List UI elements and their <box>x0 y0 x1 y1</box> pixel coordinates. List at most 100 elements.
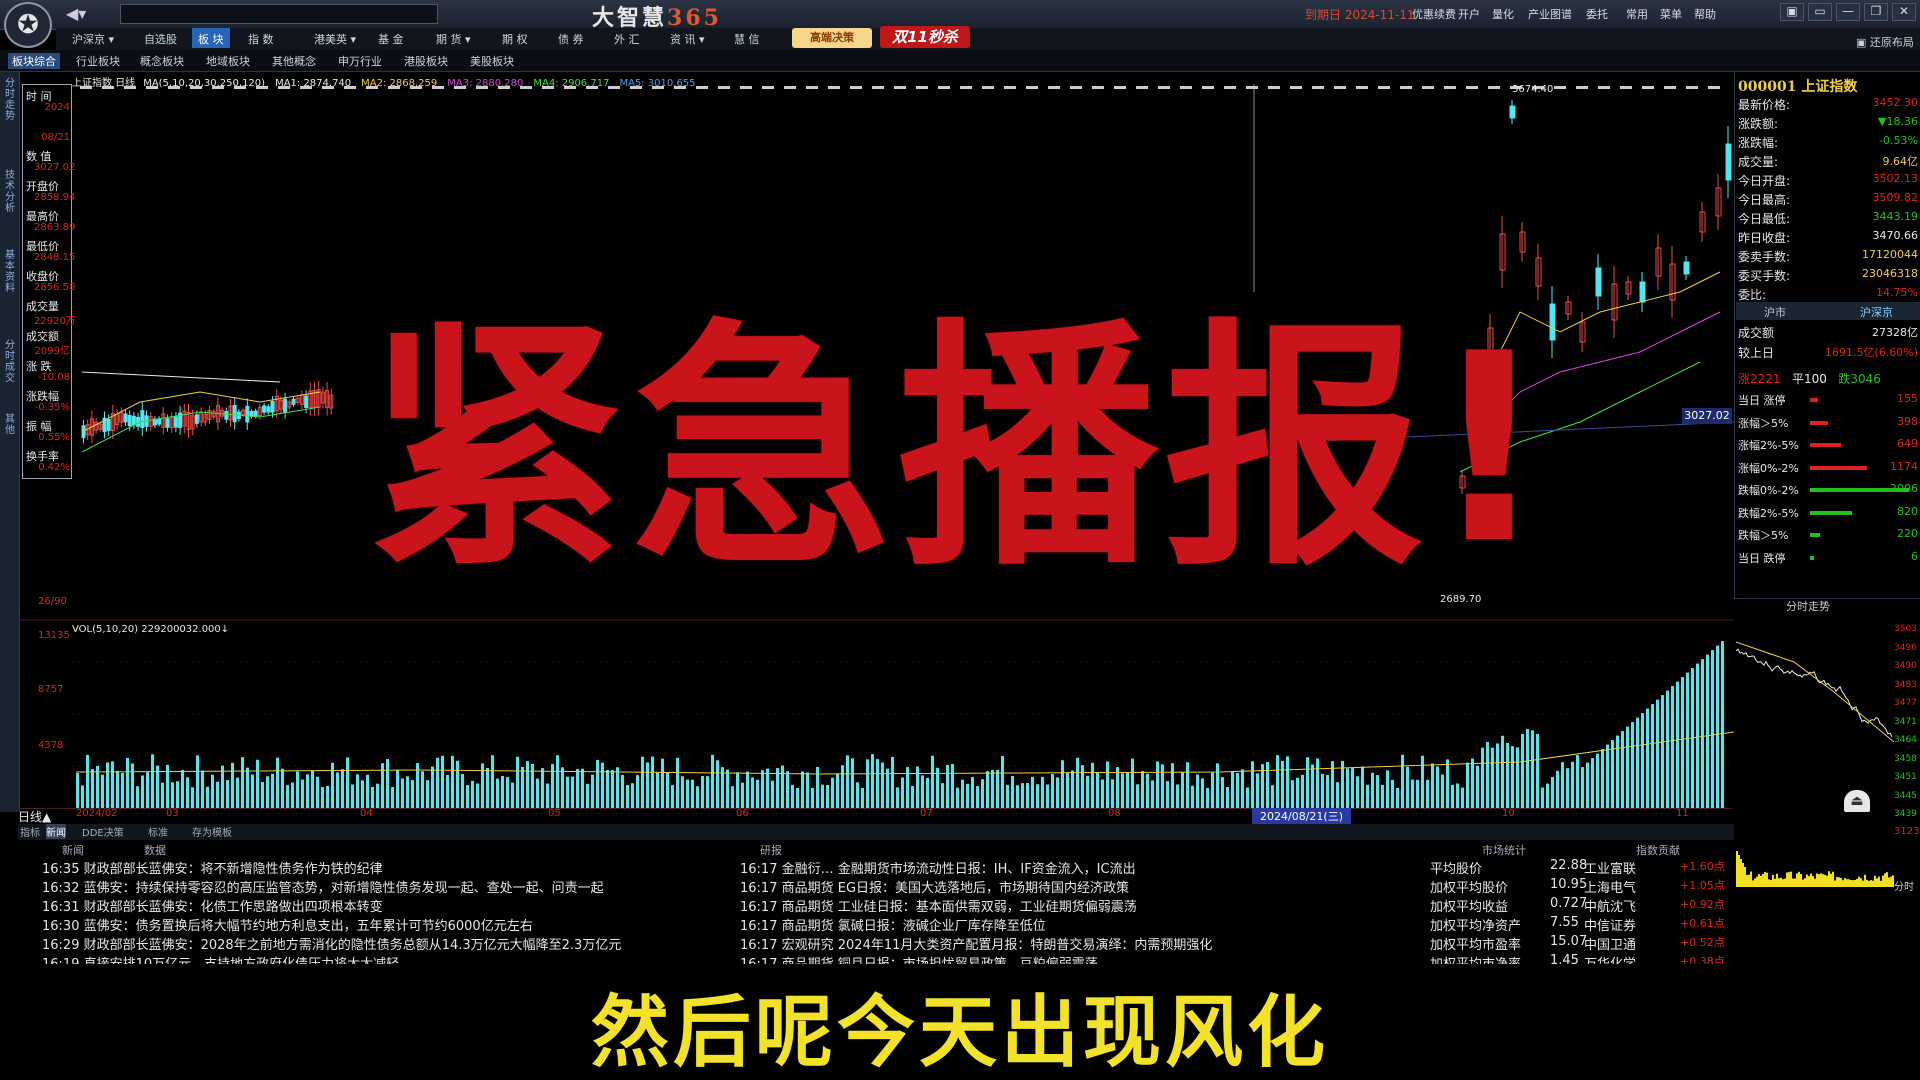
volume-bar <box>1621 731 1624 808</box>
data-header[interactable]: 数据 <box>144 842 166 858</box>
contrib-name[interactable]: 中航沈飞 <box>1584 896 1636 915</box>
volume-bar <box>1246 787 1249 808</box>
info-value: 2863.89 <box>34 222 76 233</box>
left-view-tab[interactable]: 技术分析 <box>2 170 18 214</box>
left-view-tab[interactable]: 分时成交 <box>2 340 18 384</box>
x-tick: 2024/02 <box>76 808 118 819</box>
top-menu-item[interactable]: 优惠续费 <box>1412 6 1456 22</box>
volume-bar <box>261 781 264 808</box>
menu-tab[interactable]: 基 金 <box>372 28 410 48</box>
contrib-name[interactable]: 中国卫通 <box>1584 934 1636 953</box>
back-nav-icon[interactable]: ◀▾ <box>66 4 106 26</box>
volume-bar <box>456 760 459 808</box>
left-view-tab[interactable]: 基本资料 <box>2 250 18 294</box>
period-selector[interactable]: 日线▲ <box>18 808 51 825</box>
quote-label: 成交量: <box>1738 155 1779 169</box>
volume-bar <box>951 763 954 808</box>
menu-tab[interactable]: 港美英 ▾ <box>308 28 362 48</box>
news-item[interactable]: 16:30 蓝佛安：债务置换后将大幅节约地方利息支出，五年累计可节约6000亿元… <box>42 915 722 934</box>
menu-tab[interactable]: 外 汇 <box>608 28 646 48</box>
app-logo-icon[interactable]: ✪ <box>4 2 52 48</box>
volume-bar <box>1516 747 1519 808</box>
contrib-name[interactable]: 中信证券 <box>1584 915 1636 934</box>
window-button[interactable]: ▭ <box>1808 3 1832 21</box>
top-menu-item[interactable]: 帮助 <box>1694 6 1716 22</box>
sector-subtab[interactable]: 其他概念 <box>272 53 316 69</box>
index-contrib-header[interactable]: 指数贡献 <box>1636 842 1680 858</box>
research-item[interactable]: 16:17 商品期货 EG日报：美国大选落地后，市场期待国内经济政策 <box>740 877 1406 896</box>
top-menu-item[interactable]: 常用 <box>1626 6 1648 22</box>
volume-bar <box>1161 764 1164 808</box>
volume-bar <box>696 786 699 808</box>
restore-layout-button[interactable]: ▣ 还原布局 <box>1856 34 1914 50</box>
menu-tab[interactable]: 指 数 <box>242 28 280 48</box>
price-y-bottom: 26/90 <box>38 596 67 607</box>
market-tab[interactable]: 沪市 <box>1764 304 1786 320</box>
menu-tab[interactable]: 资 讯 ▾ <box>664 28 711 48</box>
contrib-name[interactable]: 上海电气 <box>1584 877 1636 896</box>
menu-tab[interactable]: 慧 信 <box>728 28 766 48</box>
research-item[interactable]: 16:17 商品期货 氯碱日报：液碱企业厂库存降至低位 <box>740 915 1406 934</box>
research-item[interactable]: 16:17 商品期货 工业硅日报：基本面供需双弱，工业硅期货偏弱震荡 <box>740 896 1406 915</box>
menu-tab[interactable]: 板 块 <box>192 28 230 48</box>
indicator-tab[interactable]: 指标 <box>20 824 40 839</box>
news-item[interactable]: 16:35 财政部部长蓝佛安：将不新增隐性债务作为铁的纪律 <box>42 858 722 877</box>
left-view-tab[interactable]: 分时走势 <box>2 78 18 122</box>
volume-bar <box>581 768 584 808</box>
sector-subtab[interactable]: 申万行业 <box>338 53 382 69</box>
volume-bar <box>1531 730 1534 808</box>
news-item[interactable]: 16:29 财政部部长蓝佛安：2028年之前地方需消化的隐性债务总额从14.3万… <box>42 934 722 953</box>
volume-bar <box>481 763 484 808</box>
market-stats-header[interactable]: 市场统计 <box>1482 842 1526 858</box>
news-item[interactable]: 16:31 财政部部长蓝佛安：化债工作思路做出四项根本转变 <box>42 896 722 915</box>
sector-subtab[interactable]: 地域板块 <box>206 53 250 69</box>
volume-bar <box>806 772 809 808</box>
top-menu-item[interactable]: 委托 <box>1586 6 1608 22</box>
volume-bar <box>1666 690 1669 808</box>
sector-subtab[interactable]: 概念板块 <box>140 53 184 69</box>
eject-icon[interactable]: ⏏ <box>1844 790 1870 812</box>
window-button[interactable]: ▣ <box>1780 3 1804 21</box>
promo-high-end-button[interactable]: 高端决策 <box>792 28 872 48</box>
indicator-tab[interactable]: 新闻 <box>46 824 66 839</box>
left-view-tab[interactable]: 其他 <box>2 414 18 436</box>
volume-bar <box>1441 774 1444 808</box>
menu-tab[interactable]: 自选股 <box>138 28 183 48</box>
promo-double11-button[interactable]: 双11秒杀 <box>880 26 970 48</box>
address-input[interactable] <box>120 4 438 24</box>
top-menu-item[interactable]: 产业图谱 <box>1528 6 1572 22</box>
news-item[interactable]: 16:32 蓝佛安：持续保持零容忍的高压监管态势，对新增隐性债务发现一起、查处一… <box>42 877 722 896</box>
ma-legend-item: MA3: 2880.280 <box>447 78 524 89</box>
top-menu-item[interactable]: 开户 <box>1458 6 1480 22</box>
research-item[interactable]: 16:17 金融衍… 金融期货市场流动性日报：IH、IF资金流入，IC流出 <box>740 858 1406 877</box>
sector-subtab[interactable]: 美股板块 <box>470 53 514 69</box>
indicator-tab[interactable]: DDE决策 <box>82 824 124 839</box>
sector-subtab[interactable]: 行业板块 <box>76 53 120 69</box>
top-menu-item[interactable]: 量化 <box>1492 6 1514 22</box>
sector-subtab[interactable]: 板块综合 <box>8 53 60 69</box>
volume-bar <box>771 780 774 808</box>
news-header[interactable]: 新闻 <box>62 842 84 858</box>
contrib-name[interactable]: 工业富联 <box>1584 858 1636 877</box>
market-tab[interactable]: 沪深京 <box>1860 304 1893 320</box>
volume-bar <box>856 782 859 808</box>
window-button[interactable]: ❐ <box>1864 3 1888 21</box>
research-item[interactable]: 16:17 宏观研究 2024年11月大类资产配置月报：特朗普交易演绎：内需预期… <box>740 934 1406 953</box>
menu-tab[interactable]: 债 券 <box>552 28 590 48</box>
research-header[interactable]: 研报 <box>760 842 782 858</box>
menu-tab[interactable]: 期 权 <box>496 28 534 48</box>
indicator-tab[interactable]: 标准 <box>148 824 168 839</box>
indicator-tab[interactable]: 存为模板 <box>192 824 232 839</box>
volume-bar <box>1386 770 1389 808</box>
info-value: -10.08 <box>37 372 70 383</box>
volume-bar <box>611 770 614 808</box>
sector-subtab[interactable]: 港股板块 <box>404 53 448 69</box>
top-menu-item[interactable]: 菜单 <box>1660 6 1682 22</box>
window-button[interactable]: ✕ <box>1892 3 1916 21</box>
research-text: EG日报：美国大选落地后，市场期待国内经济政策 <box>837 881 1130 896</box>
window-button[interactable]: — <box>1836 3 1860 21</box>
menu-tab[interactable]: 沪深京 ▾ <box>66 28 120 48</box>
quote-value: 23046318 <box>1862 267 1918 280</box>
menu-tab[interactable]: 期 货 ▾ <box>430 28 477 48</box>
volume-bar <box>346 757 349 808</box>
